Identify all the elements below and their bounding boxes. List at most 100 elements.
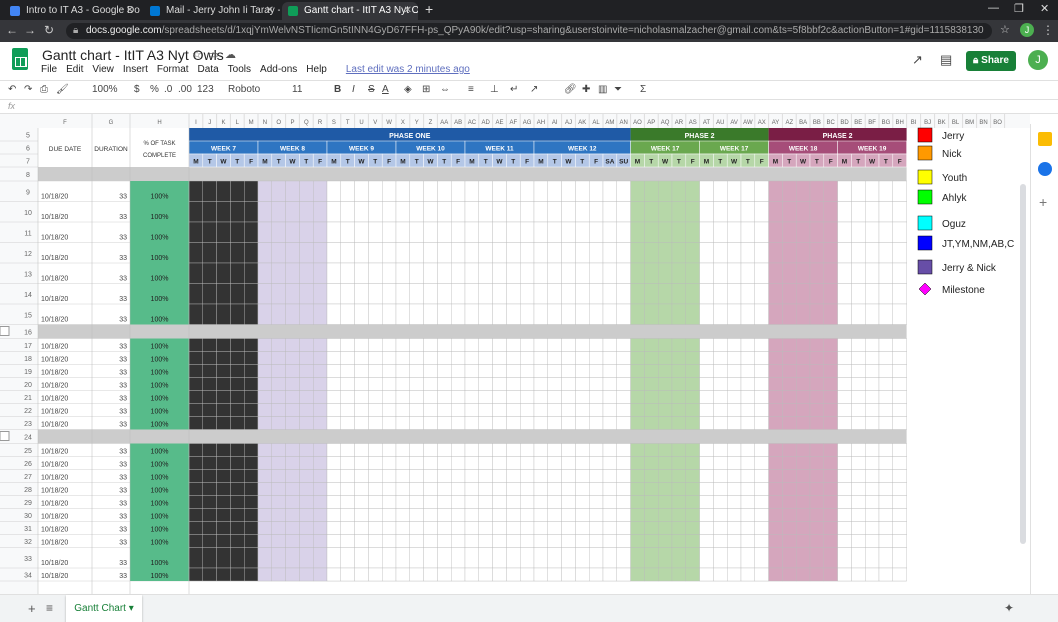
forward-icon[interactable]: → bbox=[24, 23, 36, 37]
gantt-cell bbox=[437, 508, 452, 522]
merge-cells-icon[interactable]: ⇔ bbox=[440, 84, 450, 95]
gantt-cell bbox=[202, 221, 217, 243]
browser-tab-docs[interactable]: Intro to IT A3 - Google Docs ✕ bbox=[4, 2, 140, 20]
sheet-tab-gantt[interactable]: Gantt Chart ▾ bbox=[66, 595, 142, 622]
duration-cell: 33 bbox=[119, 527, 127, 534]
gantt-cell bbox=[727, 351, 742, 365]
back-icon[interactable]: ← bbox=[6, 23, 18, 37]
gantt-cell bbox=[533, 495, 549, 509]
all-sheets-icon[interactable]: ≡ bbox=[46, 601, 53, 615]
menu-help[interactable]: Help bbox=[306, 64, 327, 75]
menu-data[interactable]: Data bbox=[198, 64, 219, 75]
bookmark-star-icon[interactable]: ☆ bbox=[1000, 23, 1010, 36]
gantt-cell bbox=[423, 469, 438, 483]
browser-menu-icon[interactable]: ⋮ bbox=[1042, 23, 1054, 37]
minimize-icon[interactable]: — bbox=[988, 2, 999, 14]
keep-icon[interactable] bbox=[1038, 132, 1052, 146]
redo-icon[interactable]: ↷ bbox=[24, 84, 32, 95]
gantt-cell bbox=[382, 495, 397, 509]
zoom-select[interactable]: 100% bbox=[92, 84, 118, 95]
horizontal-align-icon[interactable]: ≡ bbox=[468, 84, 474, 95]
share-button[interactable]: 🔒︎ Share bbox=[966, 51, 1016, 71]
menu-insert[interactable]: Insert bbox=[123, 64, 148, 75]
day-label: M bbox=[400, 159, 405, 166]
grid-canvas[interactable]: F G H I J K L M N O P Q R S T U V W X Y Z AA AB AC AD AE AF AG AH AI A… bbox=[0, 114, 1030, 620]
browser-tab-mail[interactable]: Mail - Jerry John Ii Taray - Outloo✕ bbox=[144, 2, 280, 20]
close-window-icon[interactable]: ✕ bbox=[1040, 2, 1049, 15]
text-rotation-icon[interactable]: ↗ bbox=[530, 84, 538, 95]
menu-edit[interactable]: Edit bbox=[66, 64, 83, 75]
decrease-decimal-button[interactable]: .0 bbox=[164, 84, 172, 95]
gantt-cell bbox=[768, 377, 783, 391]
more-formats-button[interactable]: 123 bbox=[197, 84, 214, 95]
gantt-cell bbox=[395, 303, 411, 325]
day-label: W bbox=[662, 159, 669, 166]
gantt-cell bbox=[837, 303, 852, 325]
maximize-icon[interactable]: ❐ bbox=[1014, 2, 1024, 15]
font-size-select[interactable]: 11 bbox=[292, 84, 302, 95]
profile-icon[interactable]: J bbox=[1020, 23, 1034, 37]
duration-cell: 33 bbox=[119, 194, 127, 201]
sheets-logo-icon[interactable] bbox=[12, 48, 28, 70]
menu-view[interactable]: View bbox=[92, 64, 114, 75]
font-select[interactable]: Roboto bbox=[228, 84, 260, 95]
menu-addons[interactable]: Add-ons bbox=[260, 64, 297, 75]
menu-file[interactable]: File bbox=[41, 64, 57, 75]
formula-bar[interactable]: fx bbox=[0, 100, 1058, 114]
add-sheet-icon[interactable]: + bbox=[28, 601, 36, 616]
add-on-plus-icon[interactable]: + bbox=[1039, 194, 1047, 210]
undo-icon[interactable]: ↶ bbox=[8, 84, 16, 95]
vertical-align-icon[interactable]: ⊥ bbox=[490, 84, 499, 95]
currency-format-button[interactable]: $ bbox=[134, 84, 140, 95]
gantt-cell bbox=[271, 508, 286, 522]
increase-decimal-button[interactable]: .00 bbox=[178, 84, 192, 95]
gantt-cell bbox=[520, 508, 535, 522]
gantt-cell bbox=[616, 283, 631, 305]
gantt-cell bbox=[754, 469, 769, 483]
spreadsheet-grid[interactable]: F G H I J K L M N O P Q R S T U V W X Y Z AA AB AC AD AE AF AG AH AI A… bbox=[0, 114, 1058, 620]
star-icon[interactable]: ☆ bbox=[192, 48, 202, 61]
menu-format[interactable]: Format bbox=[157, 64, 189, 75]
strikethrough-button[interactable]: S bbox=[368, 84, 375, 95]
tasks-icon[interactable] bbox=[1038, 162, 1052, 176]
functions-icon[interactable]: Σ bbox=[640, 84, 646, 95]
gantt-cell bbox=[230, 351, 245, 365]
insert-comment-icon[interactable]: ✚ bbox=[582, 84, 590, 95]
close-tab-icon[interactable]: ✕ bbox=[266, 2, 274, 20]
gantt-cell bbox=[892, 283, 907, 305]
insert-chart-icon[interactable]: ▥ bbox=[598, 84, 607, 95]
gantt-cell bbox=[616, 351, 631, 365]
text-wrap-icon[interactable]: ↵ bbox=[510, 84, 518, 95]
borders-icon[interactable]: ⊞ bbox=[422, 84, 430, 95]
gantt-cell bbox=[409, 403, 424, 417]
filter-icon[interactable]: ⏷ bbox=[614, 84, 622, 95]
menu-tools[interactable]: Tools bbox=[228, 64, 251, 75]
gantt-cell bbox=[892, 416, 907, 430]
comments-icon[interactable]: ▤ bbox=[940, 52, 952, 68]
close-tab-icon[interactable]: ✕ bbox=[404, 2, 412, 20]
gantt-cell bbox=[658, 508, 673, 522]
bold-button[interactable]: B bbox=[334, 84, 341, 95]
explore-trend-icon[interactable]: ↗ bbox=[912, 52, 923, 68]
gantt-cell bbox=[796, 443, 811, 457]
gantt-cell bbox=[326, 242, 342, 264]
explore-icon[interactable]: ✦ bbox=[1004, 601, 1014, 615]
reload-icon[interactable]: ↻ bbox=[44, 23, 54, 37]
gantt-cell bbox=[589, 351, 604, 365]
italic-button[interactable]: I bbox=[352, 84, 355, 95]
url-input[interactable]: 🔒︎ docs.google.com/spreadsheets/d/1xqjYmW… bbox=[66, 23, 992, 39]
last-edit-link[interactable]: Last edit was 2 minutes ago bbox=[346, 64, 470, 75]
percent-format-button[interactable]: % bbox=[150, 84, 159, 95]
browser-tab-sheets[interactable]: Gantt chart - ItIT A3 Nyt Owls - G✕ bbox=[282, 2, 418, 20]
new-tab-icon[interactable]: + bbox=[425, 1, 433, 17]
text-color-button[interactable]: A bbox=[382, 84, 389, 95]
print-icon[interactable]: ⎙ bbox=[40, 84, 48, 95]
insert-link-icon[interactable]: 🔗︎ bbox=[564, 84, 577, 95]
move-folder-icon[interactable]: ▭ bbox=[208, 48, 218, 61]
account-avatar[interactable]: J bbox=[1028, 50, 1048, 70]
fill-color-icon[interactable]: ◈ bbox=[404, 84, 412, 95]
close-tab-icon[interactable]: ✕ bbox=[126, 2, 134, 20]
gantt-cell bbox=[395, 482, 411, 496]
paint-format-icon[interactable]: 🖌︎ bbox=[56, 84, 69, 95]
gantt-cell bbox=[644, 508, 659, 522]
